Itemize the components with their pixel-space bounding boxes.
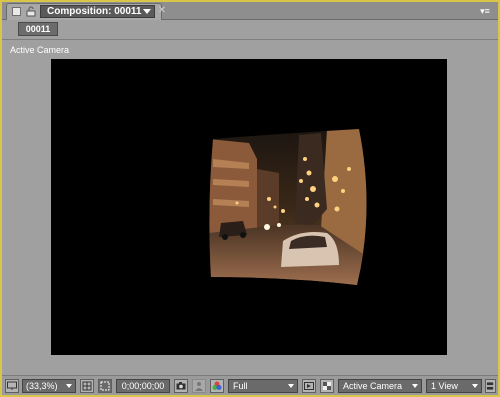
tab-title[interactable]: Composition: 00011	[40, 5, 155, 18]
camera-view-footage	[209, 129, 367, 285]
timecode-field[interactable]: 0;00;00;00	[116, 379, 170, 393]
region-of-interest-icon[interactable]	[98, 379, 112, 393]
composition-tab[interactable]: Composition: 00011 ✕	[6, 3, 166, 20]
magnification-value: (33,3%)	[26, 381, 58, 391]
monitor-icon[interactable]	[5, 379, 19, 393]
flowchart-icon[interactable]	[485, 379, 496, 393]
view-layout-dropdown[interactable]: 1 View	[426, 379, 482, 393]
camera-view-value: Active Camera	[343, 381, 403, 391]
tab-title-text: Composition: 00011	[47, 6, 142, 17]
camera-snapshot-icon[interactable]	[174, 379, 188, 393]
show-snapshot-icon[interactable]	[192, 379, 206, 393]
breadcrumb[interactable]: 00011	[18, 22, 58, 36]
viewer-toolbar: (33,3%) 0;00;00;00 Full Active Camera 1 …	[2, 375, 498, 395]
camera-view-dropdown[interactable]: Active Camera	[338, 379, 422, 393]
viewer-label: Active Camera	[10, 45, 70, 55]
grid-icon[interactable]	[80, 379, 94, 393]
view-layout-value: 1 View	[431, 381, 458, 391]
panel-tab-bar: Composition: 00011 ✕ ▾≡	[2, 2, 498, 20]
chevron-down-icon	[66, 384, 72, 388]
composition-viewport[interactable]	[51, 59, 447, 355]
transparency-grid-icon[interactable]	[320, 379, 334, 393]
composition-icon	[12, 7, 21, 16]
panel-menu-icon[interactable]: ▾≡	[478, 5, 492, 17]
tab-dropdown-icon[interactable]	[143, 9, 151, 14]
lock-icon[interactable]	[26, 6, 37, 17]
chevron-down-icon	[288, 384, 294, 388]
channel-rgb-icon[interactable]	[210, 379, 224, 393]
resolution-dropdown[interactable]: Full	[228, 379, 298, 393]
divider	[2, 39, 498, 40]
chevron-down-icon	[472, 384, 478, 388]
magnification-dropdown[interactable]: (33,3%)	[22, 379, 76, 393]
resolution-value: Full	[233, 381, 248, 391]
close-icon[interactable]: ✕	[157, 5, 167, 17]
fast-preview-icon[interactable]	[302, 379, 316, 393]
chevron-down-icon	[412, 384, 418, 388]
